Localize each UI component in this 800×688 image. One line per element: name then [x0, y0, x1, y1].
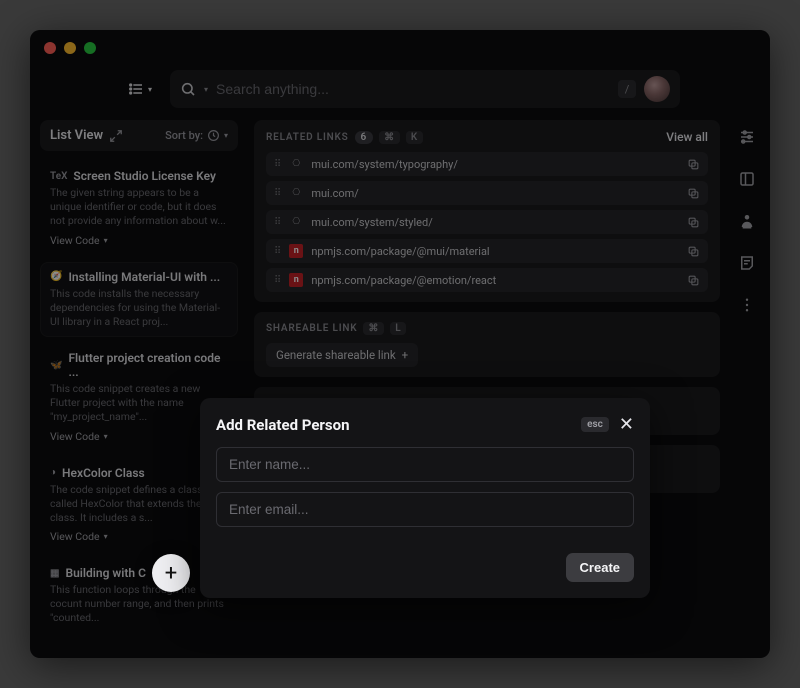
view-mode-toggle[interactable]: ▾: [120, 77, 160, 101]
list-item[interactable]: 🧭 Installing Material-UI with ... This co…: [40, 262, 238, 338]
copy-icon[interactable]: [687, 216, 700, 229]
window-traffic-lights: [30, 30, 770, 66]
card-title-text: Building with C: [65, 566, 145, 580]
card-title-text: Screen Studio License Key: [73, 169, 216, 183]
copy-icon[interactable]: [687, 158, 700, 171]
link-url: mui.com/: [311, 187, 679, 200]
type-icon: TeX: [50, 171, 67, 182]
link-row[interactable]: ⠿ ⎔ mui.com/system/typography/: [266, 152, 708, 176]
panel-title: SHAREABLE LINK ⌘ L: [266, 322, 406, 335]
avatar[interactable]: [644, 76, 670, 102]
card-desc: This code installs the necessary depende…: [50, 287, 228, 330]
link-url: npmjs.com/package/@emotion/react: [311, 274, 679, 287]
search-input[interactable]: [216, 81, 610, 97]
related-links-panel: RELATED LINKS 6 ⌘ K View all ⠿ ⎔ mui.com…: [254, 120, 720, 302]
shortcut-key: K: [406, 131, 423, 144]
drag-handle-icon[interactable]: ⠿: [274, 188, 281, 199]
settings-sliders-button[interactable]: [734, 124, 760, 150]
sort-label: Sort by:: [165, 129, 203, 142]
copy-icon[interactable]: [687, 245, 700, 258]
more-menu-button[interactable]: [734, 292, 760, 318]
window-close-button[interactable]: [44, 42, 56, 54]
shortcut-key: L: [390, 322, 406, 335]
caret-down-icon: ▾: [224, 131, 228, 140]
plus-icon: +: [165, 561, 177, 586]
link-row[interactable]: ⠿ n npmjs.com/package/@mui/material: [266, 239, 708, 263]
card-title-text: Installing Material-UI with ...: [68, 270, 220, 284]
favicon-icon: n: [289, 273, 303, 287]
drag-handle-icon[interactable]: ⠿: [274, 159, 281, 170]
type-icon: 🦋: [50, 360, 62, 371]
shortcut-key: ⌘: [363, 322, 384, 335]
sidebar-header: List View Sort by: ▾: [40, 120, 238, 151]
favicon-icon: ⎔: [289, 215, 303, 229]
copy-icon[interactable]: [687, 187, 700, 200]
modal-title: Add Related Person: [216, 416, 350, 434]
copy-icon[interactable]: [687, 274, 700, 287]
count-badge: 6: [355, 131, 374, 144]
panel-toggle-button[interactable]: [734, 166, 760, 192]
view-code-button[interactable]: View Code▾: [50, 430, 108, 443]
favicon-icon: n: [289, 244, 303, 258]
create-button[interactable]: Create: [566, 553, 634, 582]
card-desc: The given string appears to be a unique …: [50, 186, 228, 229]
drag-handle-icon[interactable]: ⠿: [274, 217, 281, 228]
favicon-icon: ⎔: [289, 157, 303, 171]
link-row[interactable]: ⠿ n npmjs.com/package/@emotion/react: [266, 268, 708, 292]
topbar: ▾ ▾ /: [30, 66, 770, 120]
right-rail: [730, 120, 764, 658]
notes-button[interactable]: [734, 250, 760, 276]
link-row[interactable]: ⠿ ⎔ mui.com/: [266, 181, 708, 205]
search-bar[interactable]: ▾ /: [170, 70, 680, 108]
search-caret-icon: ▾: [204, 85, 208, 94]
panel-title: RELATED LINKS 6 ⌘ K: [266, 131, 423, 144]
link-url: npmjs.com/package/@mui/material: [311, 245, 679, 258]
list-icon: [128, 81, 144, 97]
link-url: mui.com/system/styled/: [311, 216, 679, 229]
name-field[interactable]: [216, 447, 634, 482]
favicon-icon: ⎔: [289, 186, 303, 200]
sidebar-title: List View: [50, 128, 103, 143]
related-people-button[interactable]: [734, 208, 760, 234]
app-window: ▾ ▾ / List View Sort by: ▾: [30, 30, 770, 658]
link-row[interactable]: ⠿ ⎔ mui.com/system/styled/: [266, 210, 708, 234]
type-icon: ▦: [50, 568, 59, 579]
caret-down-icon: ▾: [148, 85, 152, 94]
drag-handle-icon[interactable]: ⠿: [274, 275, 281, 286]
window-maximize-button[interactable]: [84, 42, 96, 54]
expand-icon[interactable]: [109, 129, 123, 143]
view-all-button[interactable]: View all: [666, 130, 708, 144]
search-icon: [180, 81, 196, 97]
shortcut-key: ⌘: [379, 131, 400, 144]
type-icon: ◑: [50, 467, 56, 478]
close-icon[interactable]: ✕: [619, 414, 634, 435]
card-title-text: HexColor Class: [62, 466, 145, 480]
card-title-text: Flutter project creation code ...: [68, 351, 228, 379]
window-minimize-button[interactable]: [64, 42, 76, 54]
view-code-button[interactable]: View Code▾: [50, 530, 108, 543]
sort-control[interactable]: Sort by: ▾: [165, 129, 228, 142]
shareable-link-panel: SHAREABLE LINK ⌘ L Generate shareable li…: [254, 312, 720, 377]
add-fab-button[interactable]: +: [152, 554, 190, 592]
drag-handle-icon[interactable]: ⠿: [274, 246, 281, 257]
list-item[interactable]: TeX Screen Studio License Key The given s…: [40, 161, 238, 256]
clock-icon: [207, 129, 220, 142]
esc-key-hint: esc: [581, 417, 609, 432]
email-field[interactable]: [216, 492, 634, 527]
plus-icon: +: [402, 348, 409, 362]
generate-link-button[interactable]: Generate shareable link +: [266, 343, 418, 367]
view-code-button[interactable]: View Code▾: [50, 234, 108, 247]
link-url: mui.com/system/typography/: [311, 158, 679, 171]
add-related-person-modal: Add Related Person esc ✕ Create: [200, 398, 650, 598]
slash-shortcut-badge: /: [618, 80, 636, 98]
type-icon: 🧭: [50, 271, 62, 282]
